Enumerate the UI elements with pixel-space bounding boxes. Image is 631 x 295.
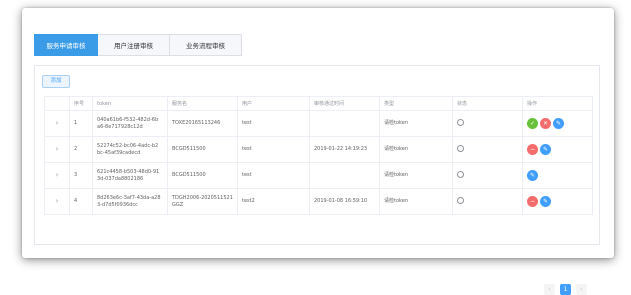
row-status	[452, 136, 523, 163]
tab-bar: 服务申请审核 用户注册审核 业务流程审核	[34, 34, 242, 56]
row-status	[452, 188, 523, 215]
row-user: test2	[237, 188, 310, 215]
tab-panel: 添加 序号 token 服务名 用户 审核通过时间 类型 状态 操作 › 1 0…	[34, 65, 600, 295]
row-approved-time	[309, 162, 380, 189]
service-review-table: 序号 token 服务名 用户 审核通过时间 类型 状态 操作 › 1 040a61…	[44, 96, 593, 215]
pagination: ‹ 1 ›	[544, 284, 587, 295]
row-token: 621c4458-b503-48d0-91 3d-037da8802186	[92, 162, 168, 189]
row-token: 52274c52-bc06-4adc-b2 bc-45af39cadecd	[92, 136, 168, 163]
tab-business-process-review[interactable]: 业务流程审核	[170, 34, 242, 56]
edit-icon[interactable]: ✎	[540, 196, 551, 207]
row-service: BCGD511500	[167, 162, 238, 189]
row-type: 请检token	[379, 110, 453, 137]
status-circle-icon	[457, 196, 464, 204]
row-approved-time: 2019-01-22 14:19:23	[309, 136, 380, 163]
row-status	[452, 110, 523, 137]
row-index: 2	[69, 136, 93, 163]
header-service: 服务名	[167, 96, 238, 111]
tab-user-registration-review[interactable]: 用户注册审核	[98, 34, 170, 56]
approve-icon[interactable]: ✓	[527, 118, 538, 129]
header-user: 用户	[237, 96, 310, 111]
header-index: 序号	[69, 96, 93, 111]
status-circle-icon	[457, 170, 464, 178]
row-type: 请检token	[379, 136, 453, 163]
row-approved-time	[309, 110, 380, 137]
row-index: 1	[69, 110, 93, 137]
status-circle-icon	[457, 144, 464, 152]
row-approved-time: 2019-01-08 16:59:10	[309, 188, 380, 215]
table-row: › 3 621c4458-b503-48d0-91 3d-037da8802186 B…	[44, 162, 593, 189]
review-card: 服务申请审核 用户注册审核 业务流程审核 添加 序号 token 服务名 用户 …	[22, 8, 614, 295]
disable-icon[interactable]: −	[527, 196, 538, 207]
header-actions: 操作	[522, 96, 593, 111]
table-row: › 1 040a61b6-f532-482d-6b a6-8e717928c12d T…	[44, 110, 593, 137]
row-user: test	[237, 110, 310, 137]
edit-icon[interactable]: ✎	[527, 170, 538, 181]
row-service: TOXE20165113246	[167, 110, 238, 137]
row-actions: − ✎	[522, 188, 593, 215]
row-token: 8d263e6c-3af7-43da-a28 3-d7d5f0936dcc	[92, 188, 168, 215]
row-actions: ✎	[522, 162, 593, 189]
expand-toggle[interactable]: ›	[44, 110, 70, 137]
table-header-row: 序号 token 服务名 用户 审核通过时间 类型 状态 操作	[44, 96, 593, 111]
row-index: 3	[69, 162, 93, 189]
expand-toggle[interactable]: ›	[44, 162, 70, 189]
expand-toggle[interactable]: ›	[44, 136, 70, 163]
page-number-button[interactable]: 1	[560, 284, 571, 295]
next-page-button[interactable]: ›	[576, 284, 587, 295]
header-approved-time: 审核通过时间	[309, 96, 380, 111]
table-body: › 1 040a61b6-f532-482d-6b a6-8e717928c12d T…	[44, 110, 593, 215]
header-expand	[44, 96, 70, 111]
edit-icon[interactable]: ✎	[540, 144, 551, 155]
row-type: 请检token	[379, 162, 453, 189]
row-user: test	[237, 162, 310, 189]
header-type: 类型	[379, 96, 453, 111]
expand-toggle[interactable]: ›	[44, 188, 70, 215]
table-row: › 4 8d263e6c-3af7-43da-a28 3-d7d5f0936dcc T…	[44, 188, 593, 215]
row-service: TDGH2006-2020511521 GGZ	[167, 188, 238, 215]
status-circle-icon	[457, 118, 464, 126]
prev-page-button[interactable]: ‹	[544, 284, 555, 295]
row-service: BCGD511500	[167, 136, 238, 163]
row-index: 4	[69, 188, 93, 215]
row-user: test	[237, 136, 310, 163]
row-actions: − ✎	[522, 136, 593, 163]
tab-service-review[interactable]: 服务申请审核	[34, 34, 98, 56]
row-token: 040a61b6-f532-482d-6b a6-8e717928c12d	[92, 110, 168, 137]
table-row: › 2 52274c52-bc06-4adc-b2 bc-45af39cadecd B…	[44, 136, 593, 163]
disable-icon[interactable]: −	[527, 144, 538, 155]
row-actions: ✓ ✕ ✎	[522, 110, 593, 137]
header-token: token	[92, 96, 168, 111]
row-type: 请检token	[379, 188, 453, 215]
add-button[interactable]: 添加	[42, 75, 70, 88]
row-status	[452, 162, 523, 189]
header-status: 状态	[452, 96, 523, 111]
reject-icon[interactable]: ✕	[540, 118, 551, 129]
edit-icon[interactable]: ✎	[553, 118, 564, 129]
